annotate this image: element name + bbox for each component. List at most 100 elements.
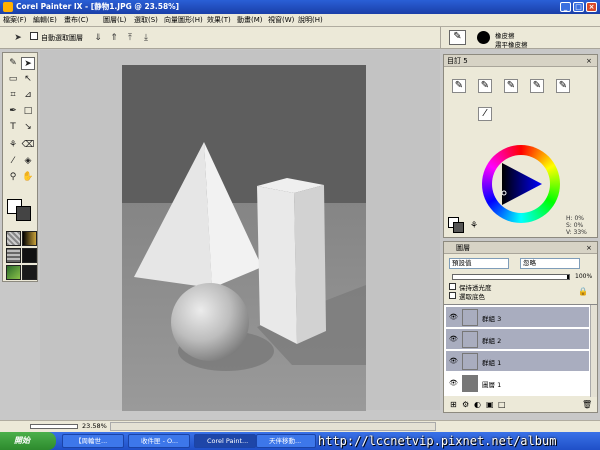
custom-brush-icon[interactable]: ✎ [530, 79, 544, 93]
layer-mask-icon[interactable]: ◐ [474, 400, 481, 409]
layer-align-icon[interactable]: ⇓ [92, 32, 104, 44]
hsv-s-readout: S: 0% [566, 222, 584, 229]
pick-up-color-checkbox[interactable] [449, 292, 456, 299]
trash-icon[interactable]: 🗑 [582, 400, 592, 409]
saturation-value-triangle[interactable] [496, 159, 546, 209]
layer-adjuster-icon[interactable]: ➤ [21, 57, 35, 70]
custom-brush-icon[interactable]: ✎ [556, 79, 570, 93]
cloner-icon[interactable]: ⚘ [6, 139, 20, 152]
title-bar: Corel Painter IX - [静物1.JPG @ 23.58%] _ … [0, 0, 600, 14]
status-bar: 23.58% [0, 420, 600, 432]
layer-thumbnail [462, 309, 478, 326]
eye-icon[interactable]: 👁 [449, 379, 459, 387]
rectangle-icon[interactable]: □ [21, 105, 35, 118]
menu-file[interactable]: 檔案(F) [3, 15, 27, 26]
layer-row[interactable]: 👁 群組 3 [446, 307, 589, 328]
new-layer-icon[interactable]: ▣ [486, 400, 494, 409]
task-item[interactable]: 【周輪世... [62, 434, 124, 448]
clone-color-icon[interactable]: ⚘ [470, 221, 478, 231]
eraser-icon[interactable]: ⌫ [21, 139, 35, 152]
shape-select-icon[interactable]: ↘ [21, 121, 35, 134]
dynamic-plugins-icon[interactable]: ⚙ [462, 400, 469, 409]
paper-selector[interactable] [6, 231, 21, 246]
eye-icon[interactable]: 👁 [449, 313, 459, 321]
additional-color-chip[interactable] [453, 222, 464, 233]
layer-row[interactable]: 👁 群組 1 [446, 351, 589, 372]
custom-brush-icon[interactable]: ✎ [478, 79, 492, 93]
eye-icon[interactable]: 👁 [449, 357, 459, 365]
auto-select-checkbox[interactable] [30, 32, 38, 40]
crop-icon[interactable]: ⌗ [6, 89, 20, 102]
lock-icon[interactable]: 🔒 [578, 287, 588, 296]
layer-list-scrollbar[interactable] [590, 305, 597, 397]
task-item[interactable]: 天伴移動... [256, 434, 316, 448]
brush-variant-label[interactable]: 肅平橡皮擦 [495, 39, 528, 49]
menu-edit[interactable]: 編輯(E) [33, 15, 57, 26]
close-icon[interactable]: × [586, 2, 597, 12]
dropper-icon[interactable]: ⁄ [6, 155, 20, 168]
artwork-canvas[interactable] [122, 65, 366, 411]
text-icon[interactable]: T [6, 121, 20, 134]
layer-row[interactable]: 👁 群組 2 [446, 329, 589, 350]
custom-brush-icon[interactable]: ⁄ [478, 107, 492, 121]
pen-icon[interactable]: ✒ [6, 105, 20, 118]
pattern-selector[interactable] [6, 248, 21, 263]
layer-commands-icon[interactable]: ⊞ [450, 400, 457, 409]
custom-brush-icon[interactable]: ✎ [504, 79, 518, 93]
minimize-icon[interactable]: _ [560, 2, 571, 12]
brush-selector-bar: ✎ 橡皮擦 肅平橡皮擦 [440, 27, 600, 49]
weave-selector[interactable] [22, 265, 37, 280]
custom-palette-header: 目訂 5 × [444, 55, 597, 67]
additional-color-swatch[interactable] [16, 206, 31, 221]
menu-canvas[interactable]: 畫布(C) [64, 15, 88, 26]
menu-help[interactable]: 說明(H) [298, 15, 323, 26]
opacity-slider[interactable] [452, 274, 570, 280]
custom-brush-icon[interactable]: ✎ [452, 79, 466, 93]
menu-window[interactable]: 視窗(W) [268, 15, 294, 26]
menu-shapes[interactable]: 向量圖形(H) [164, 15, 203, 26]
transform-icon[interactable]: ⊿ [21, 89, 35, 102]
app-icon [3, 2, 13, 12]
horizontal-scrollbar[interactable] [110, 422, 436, 431]
brush-dab-icon[interactable] [477, 31, 490, 44]
layer-name: 群組 2 [482, 337, 502, 345]
opacity-value[interactable]: 100% [575, 273, 592, 280]
brush-icon[interactable]: ✎ [6, 57, 20, 70]
rect-select-icon[interactable]: ▭ [6, 73, 20, 86]
new-layer-icon[interactable]: □ [498, 400, 506, 409]
hand-icon[interactable]: ✋ [21, 171, 35, 184]
lasso-icon[interactable]: ↖ [21, 73, 35, 86]
look-selector[interactable] [6, 265, 21, 280]
close-icon[interactable]: × [586, 242, 592, 254]
nozzle-selector[interactable] [22, 248, 37, 263]
composite-depth-select[interactable]: 忽略 [520, 258, 580, 269]
zoom-slider[interactable] [30, 424, 78, 429]
layers-panel: 圖層 × 預設值 忽略 100% 保持透光度 選取底色 🔒 👁 群組 3 👁 群… [443, 241, 598, 413]
brush-category-icon[interactable]: ✎ [449, 30, 466, 45]
magnifier-icon[interactable]: ⚲ [6, 171, 20, 184]
preserve-transparency-checkbox[interactable] [449, 283, 456, 290]
layer-row[interactable]: 👁 圖層 1 [446, 373, 589, 394]
menu-layers[interactable]: 圖層(L) [103, 15, 126, 26]
layer-front-icon[interactable]: ⤒ [124, 32, 136, 44]
layer-back-icon[interactable]: ⤓ [140, 32, 152, 44]
eye-icon[interactable]: 👁 [449, 335, 459, 343]
composite-method-select[interactable]: 預設值 [449, 258, 509, 269]
menu-effects[interactable]: 效果(T) [207, 15, 231, 26]
close-icon[interactable]: × [586, 55, 592, 67]
color-panel: 目訂 5 × ✎ ✎ ✎ ✎ ✎ ⁄ ⚘ H: 0% S: 0% V: 33% [443, 54, 598, 238]
arrow-tool-icon[interactable]: ➤ [12, 32, 24, 44]
task-item[interactable]: Corel Paint... [194, 434, 256, 448]
task-item[interactable]: 收件匣 - O... [128, 434, 190, 448]
layer-order-icon[interactable]: ⇑ [108, 32, 120, 44]
gradient-selector[interactable] [22, 231, 37, 246]
hsv-h-readout: H: 0% [566, 215, 584, 222]
start-button[interactable]: 開始 [0, 432, 56, 450]
paintbucket-icon[interactable]: ◈ [21, 155, 35, 168]
layers-title: 圖層 [456, 244, 470, 252]
menu-select[interactable]: 選取(S) [134, 15, 158, 26]
layer-name: 圖層 1 [482, 381, 502, 389]
menu-movie[interactable]: 動畫(M) [237, 15, 263, 26]
layer-thumbnail [462, 331, 478, 348]
maximize-icon[interactable]: □ [573, 2, 584, 12]
